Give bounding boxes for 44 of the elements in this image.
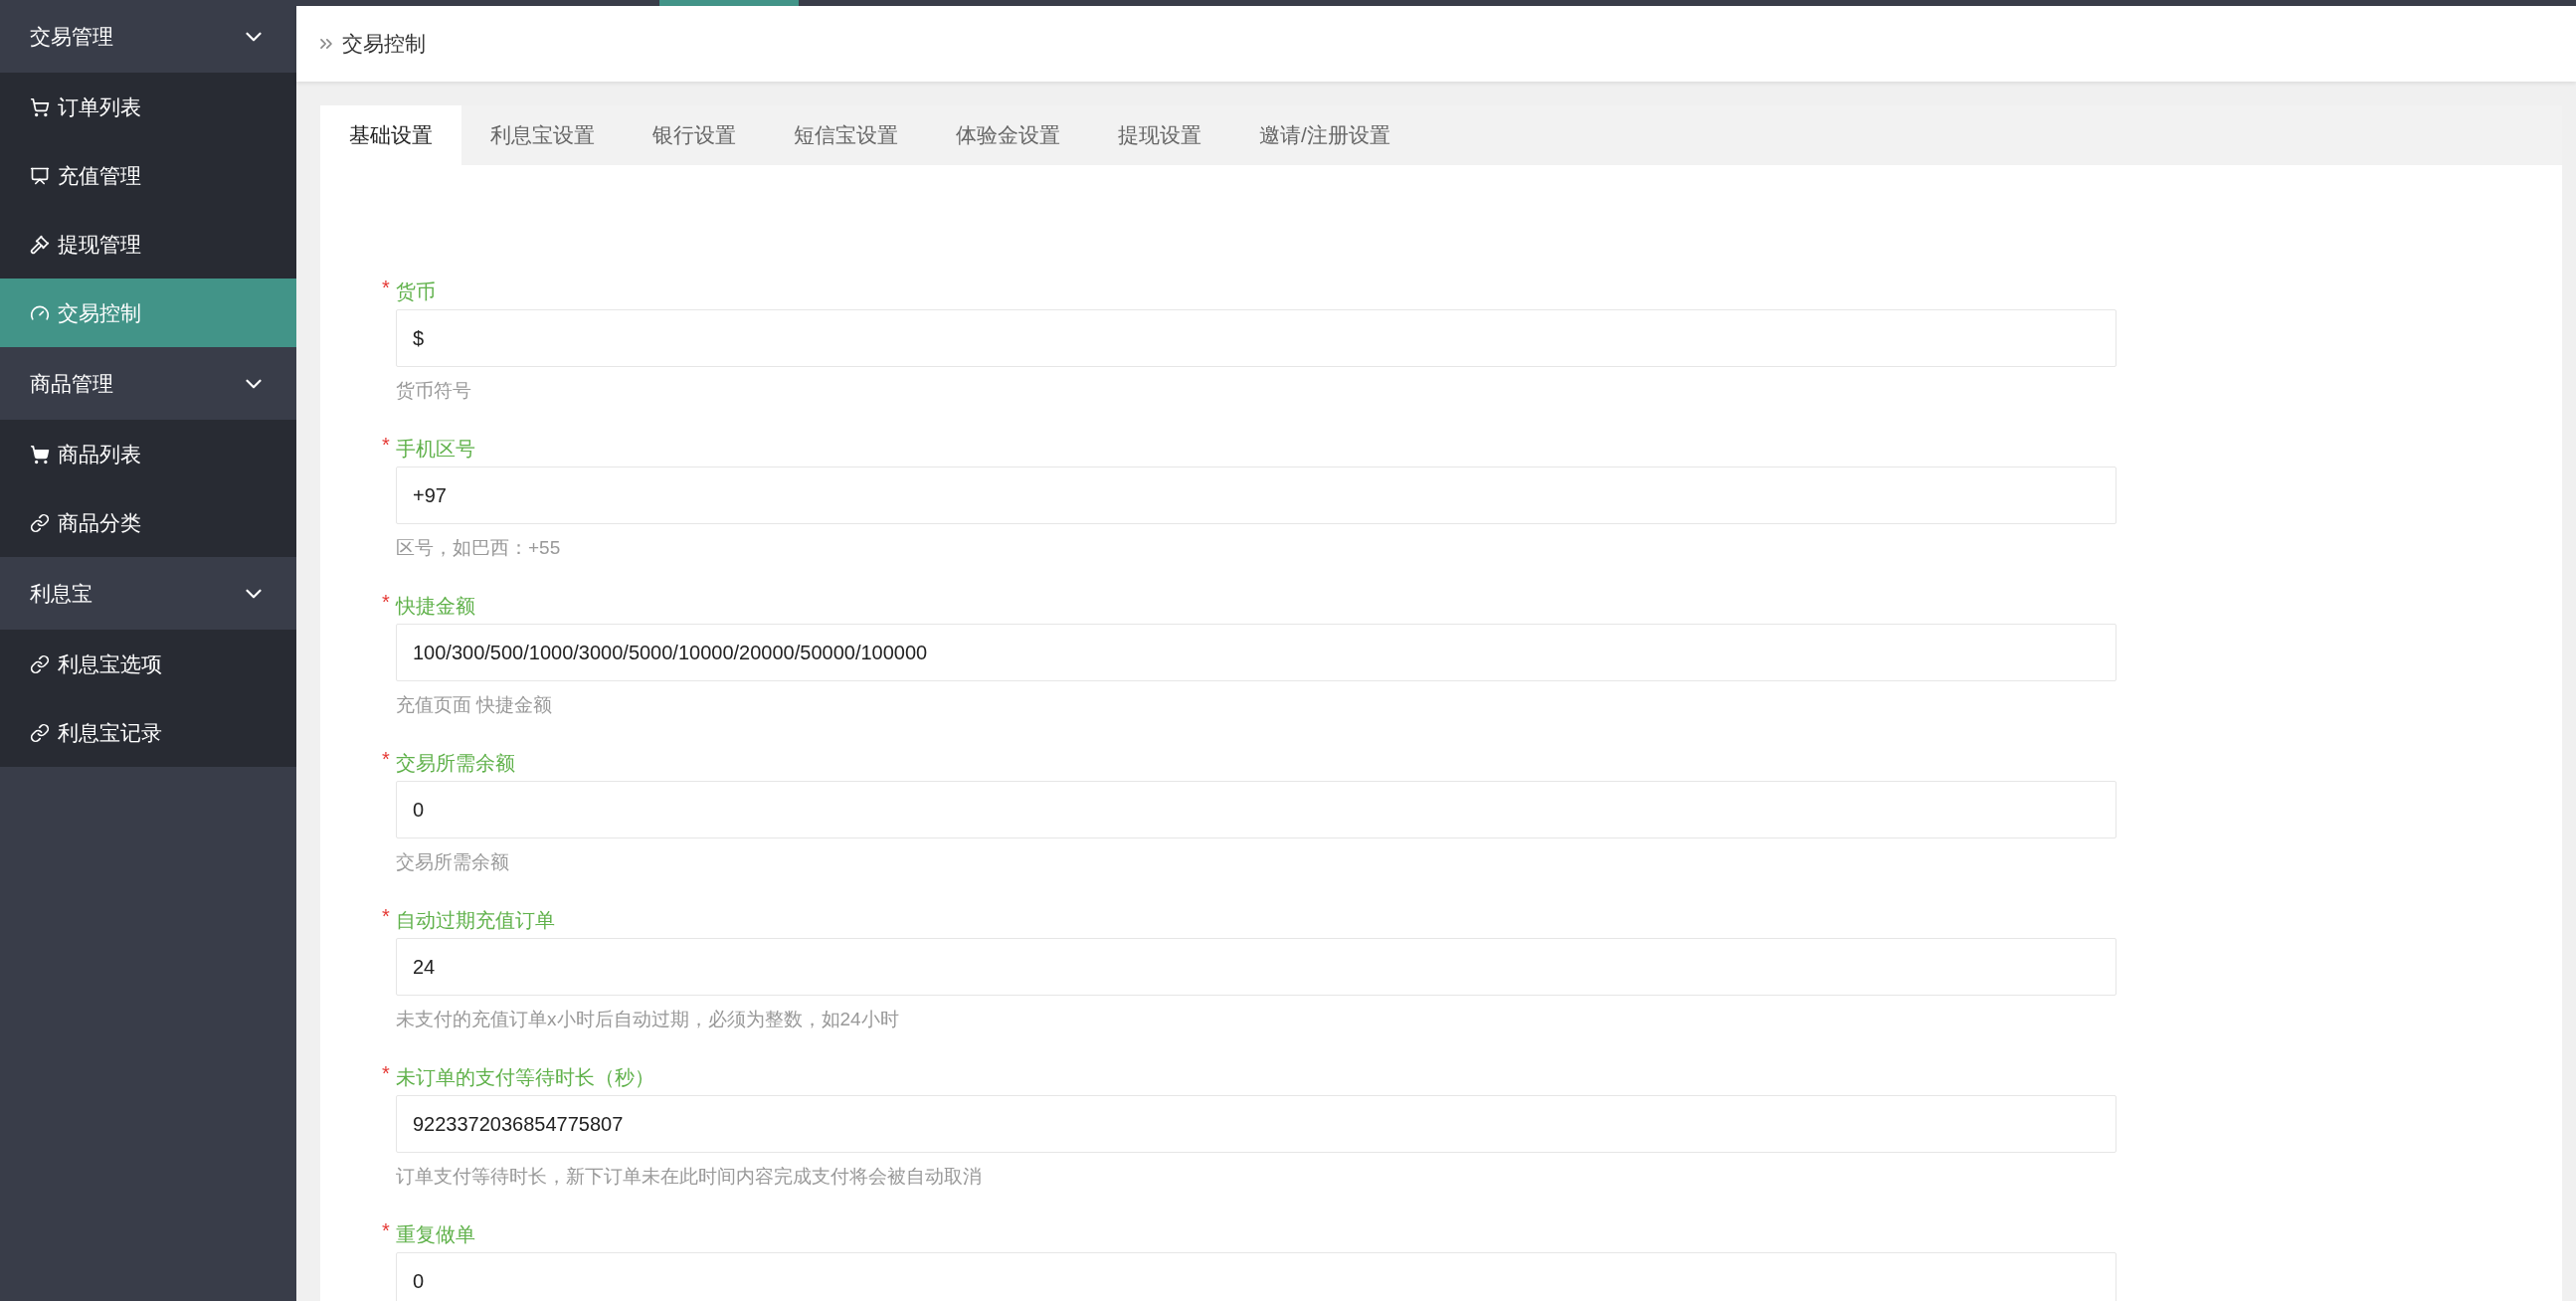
required-asterisk: * xyxy=(382,1220,391,1240)
input-field[interactable]: 24 xyxy=(396,938,2116,996)
field-label: 交易所需余额 xyxy=(396,751,515,776)
field-label: 自动过期充值订单 xyxy=(396,908,555,933)
help-text: 订单支付等待时长，新下订单未在此时间内容完成支付将会被自动取消 xyxy=(396,1165,983,1189)
link-icon xyxy=(30,653,50,674)
required-asterisk: * xyxy=(382,435,391,455)
input-field[interactable]: 0 xyxy=(396,1252,2116,1301)
menu-item[interactable]: 交易控制 xyxy=(0,279,296,347)
help-text: 货币符号 xyxy=(396,379,472,403)
menu-item[interactable]: 充值管理 xyxy=(0,141,296,210)
presentation-board-icon xyxy=(30,165,50,186)
field-label: 快捷金额 xyxy=(396,594,475,619)
menu-item[interactable]: 商品分类 xyxy=(0,488,296,557)
help-text: 未支付的充值订单x小时后自动过期，必须为整数，如24小时 xyxy=(396,1008,900,1031)
help-text: 区号，如巴西：+55 xyxy=(396,536,562,560)
field-label: 未订单的支付等待时长（秒） xyxy=(396,1065,654,1090)
breadcrumb-text: 交易控制 xyxy=(342,31,426,58)
input-field[interactable]: 0 xyxy=(396,781,2116,838)
menu-item[interactable]: 订单列表 xyxy=(0,73,296,141)
cart-icon xyxy=(30,444,50,465)
input-field[interactable]: 100/300/500/1000/3000/5000/10000/20000/50000/100000 xyxy=(396,624,2116,681)
field-label: 货币 xyxy=(396,279,436,304)
required-asterisk: * xyxy=(382,749,391,769)
link-icon xyxy=(30,722,50,743)
required-asterisk: * xyxy=(382,278,391,297)
input-field[interactable]: $ xyxy=(396,309,2116,367)
input-field[interactable]: +97 xyxy=(396,466,2116,524)
cart-icon xyxy=(30,96,50,117)
tab[interactable]: 基础设置 xyxy=(320,105,461,165)
input-field[interactable]: 9223372036854775807 xyxy=(396,1095,2116,1153)
required-asterisk: * xyxy=(382,592,391,612)
menu-item[interactable]: 利息宝选项 xyxy=(0,630,296,698)
required-asterisk: * xyxy=(382,1063,391,1083)
gavel-icon xyxy=(30,234,50,255)
help-text: 交易所需余额 xyxy=(396,850,510,874)
field-label: 重复做单 xyxy=(396,1222,475,1247)
field-label: 手机区号 xyxy=(396,437,475,462)
required-asterisk: * xyxy=(382,906,391,926)
menu-item[interactable]: 商品列表 xyxy=(0,420,296,488)
link-icon xyxy=(30,512,50,533)
menu-item[interactable]: 利息宝记录 xyxy=(0,698,296,767)
help-text: 充值页面 快捷金额 xyxy=(396,693,554,717)
menu-item[interactable]: 提现管理 xyxy=(0,210,296,279)
